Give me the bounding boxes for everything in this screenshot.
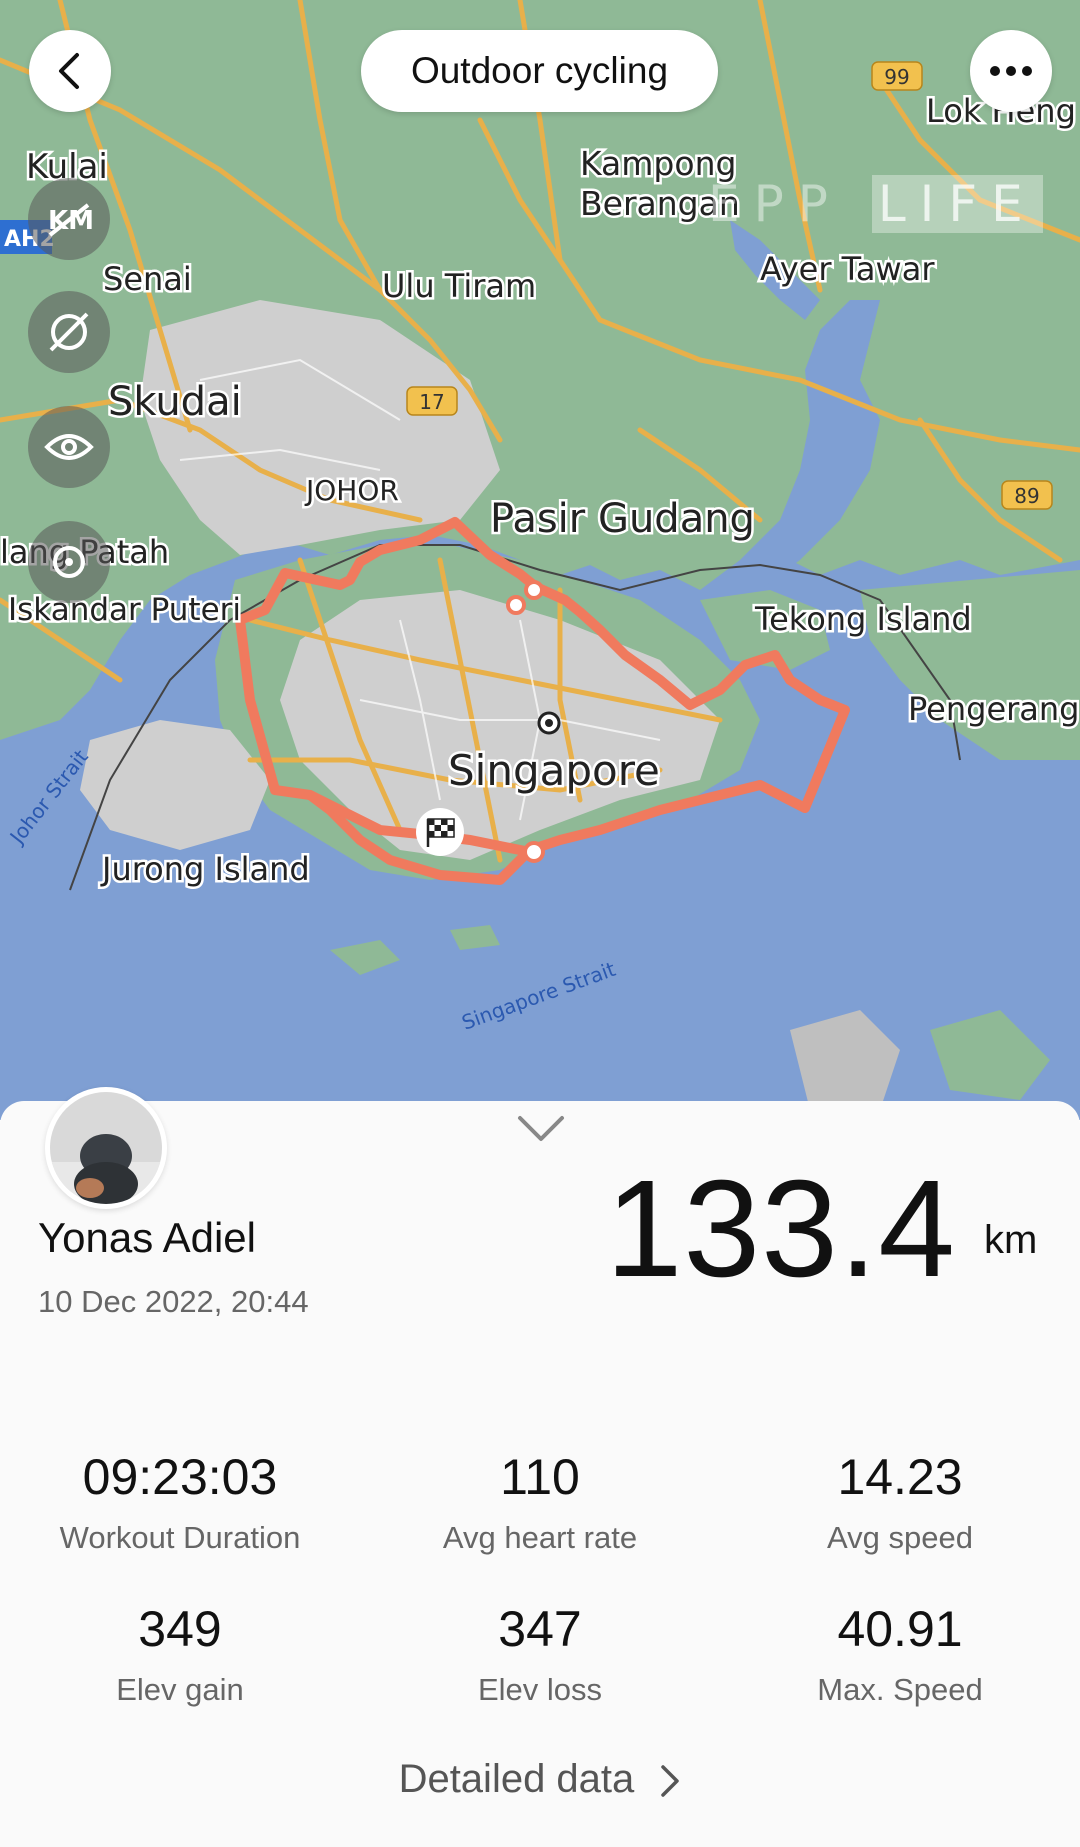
user-name: Yonas Adiel xyxy=(38,1214,256,1261)
stat-value: 349 xyxy=(138,1601,222,1657)
watermark-part-a: EPP xyxy=(708,175,842,233)
stat-label: Elev gain xyxy=(116,1672,244,1707)
speed-color-toggle-button[interactable] xyxy=(28,291,110,373)
stat-elev-gain: 349 Elev gain xyxy=(0,1600,360,1708)
distance-value: 133.4 xyxy=(605,1152,956,1306)
km-icon: KM xyxy=(48,203,94,237)
label-pasir-gudang: Pasir Gudang xyxy=(490,496,755,542)
eye-icon xyxy=(44,434,94,460)
route-map[interactable]: 99 17 89 AH2 Kulai Senai Skudai Ulu Tira… xyxy=(0,0,1080,1120)
stat-workout-duration: 09:23:03 Workout Duration xyxy=(0,1448,360,1556)
distance-unit: km xyxy=(984,1218,1038,1262)
stat-value: 09:23:03 xyxy=(82,1449,278,1505)
watermark-part-b: LIFE xyxy=(877,175,1037,233)
app-watermark: EPP LIFE xyxy=(708,175,1043,233)
detailed-data-label: Detailed data xyxy=(398,1757,635,1801)
avatar[interactable] xyxy=(45,1087,167,1209)
stat-value: 110 xyxy=(500,1449,580,1505)
recenter-button[interactable] xyxy=(28,521,110,603)
label-skudai: Skudai xyxy=(108,379,242,425)
back-button[interactable] xyxy=(29,30,111,112)
label-tekong-island: Tekong Island xyxy=(754,600,972,638)
label-johor: JOHOR xyxy=(304,474,399,507)
page-title: Outdoor cycling xyxy=(361,30,718,112)
svg-text:99: 99 xyxy=(884,65,909,89)
svg-text:17: 17 xyxy=(419,390,444,414)
stat-max-speed: 40.91 Max. Speed xyxy=(720,1600,1080,1708)
stat-label: Max. Speed xyxy=(817,1672,983,1707)
road-shield-17: 17 xyxy=(406,386,458,416)
stat-value: 347 xyxy=(498,1601,582,1657)
finish-flag-icon xyxy=(416,808,464,856)
label-iskandar-puteri: Iskandar Puteri xyxy=(8,592,241,628)
route-waypoint xyxy=(524,580,544,600)
more-dots-icon xyxy=(990,66,1032,76)
map-view-toggle-button[interactable] xyxy=(28,406,110,488)
stat-label: Elev loss xyxy=(477,1672,603,1707)
road-shield-89: 89 xyxy=(1001,480,1053,510)
collapse-sheet-button[interactable] xyxy=(516,1112,566,1146)
chevron-right-icon xyxy=(661,1765,680,1798)
label-singapore: Singapore xyxy=(448,746,660,795)
stat-label: Avg heart rate xyxy=(442,1520,638,1555)
label-senai: Senai xyxy=(103,260,192,298)
chevron-left-icon xyxy=(59,53,79,89)
road-shield-99: 99 xyxy=(871,61,923,91)
svg-text:89: 89 xyxy=(1014,484,1039,508)
workout-datetime: 10 Dec 2022, 20:44 xyxy=(38,1284,309,1319)
label-ulu-tiram: Ulu Tiram xyxy=(382,267,536,305)
label-ayer-tawar: Ayer Tawar xyxy=(760,250,935,288)
stat-elev-loss: 347 Elev loss xyxy=(360,1600,720,1708)
more-options-button[interactable] xyxy=(970,30,1052,112)
pace-off-icon xyxy=(49,312,89,352)
route-waypoint xyxy=(506,595,526,615)
stat-value: 14.23 xyxy=(837,1449,963,1505)
km-markers-toggle-button[interactable]: KM xyxy=(28,178,110,260)
stat-label: Workout Duration xyxy=(59,1520,301,1555)
location-dot-center xyxy=(545,719,553,727)
detailed-data-link[interactable]: Detailed data xyxy=(0,1757,1080,1802)
avatar-image xyxy=(50,1092,162,1204)
chevron-down-icon xyxy=(518,1116,564,1141)
stat-label: Avg speed xyxy=(827,1520,973,1555)
stat-avg-heart-rate: 110 Avg heart rate xyxy=(360,1448,720,1556)
route-start-point xyxy=(523,841,545,863)
label-jurong-island: Jurong Island xyxy=(100,850,310,888)
label-pengerang: Pengerang xyxy=(908,690,1079,728)
stat-value: 40.91 xyxy=(837,1601,963,1657)
locate-icon xyxy=(53,546,85,578)
stat-avg-speed: 14.23 Avg speed xyxy=(720,1448,1080,1556)
